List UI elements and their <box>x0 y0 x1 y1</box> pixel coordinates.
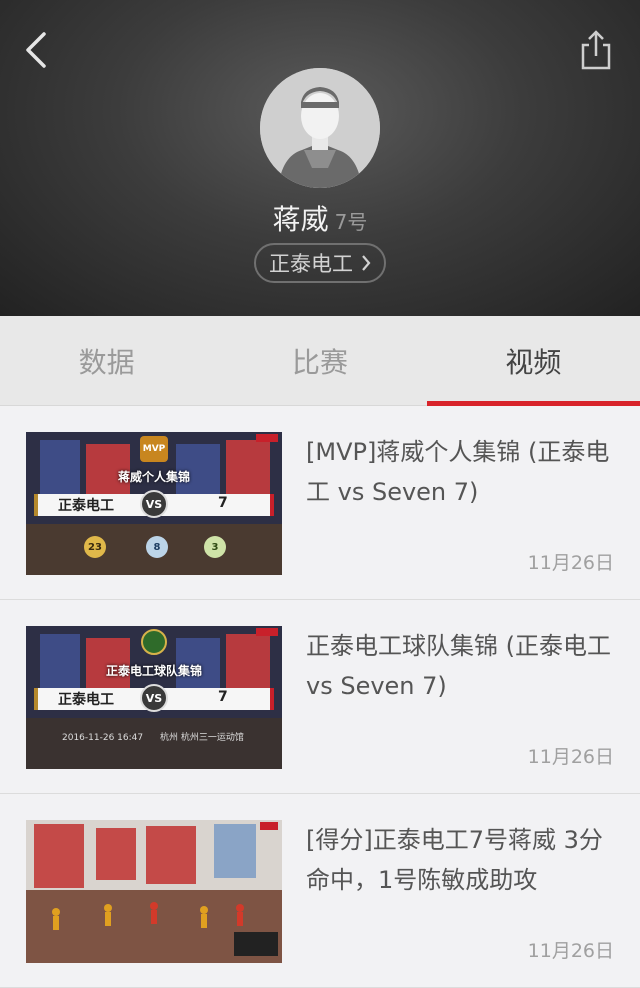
chevron-right-icon <box>362 255 371 271</box>
home-team: 正泰电工 <box>58 692 114 708</box>
reel-title: 正泰电工球队集锦 <box>105 664 202 678</box>
stat-points: 23 <box>84 536 106 558</box>
mvp-badge: MVP <box>140 436 168 462</box>
video-thumbnail[interactable]: 正泰电工球队集锦 正泰电工 7 VS 2016-11-26 16:47 杭州 杭… <box>26 626 282 769</box>
video-item[interactable]: [得分]正泰电工7号蒋威 3分命中，1号陈敏成助攻 11月26日 <box>0 794 640 988</box>
team-link-label: 正泰电工 <box>269 252 353 276</box>
home-team: 正泰电工 <box>58 498 114 514</box>
away-score: 7 <box>218 689 228 705</box>
vs-badge: VS <box>140 684 168 712</box>
player-avatar <box>260 68 380 188</box>
video-title[interactable]: [得分]正泰电工7号蒋威 3分命中，1号陈敏成助攻 <box>306 820 616 900</box>
video-thumbnail[interactable]: MVP 蒋威个人集锦 正泰电工 7 VS 23 8 3 <box>26 432 282 575</box>
game-action-frame <box>26 820 282 963</box>
game-time: 2016-11-26 16:47 <box>62 733 144 743</box>
video-date: 11月26日 <box>527 940 614 962</box>
stat-assists: 3 <box>204 536 226 558</box>
vs-badge: VS <box>140 490 168 518</box>
chevron-left-icon <box>26 32 46 68</box>
video-thumbnail[interactable] <box>26 820 282 963</box>
video-list: MVP 蒋威个人集锦 正泰电工 7 VS 23 8 3 [MVP]蒋威个人集锦 … <box>0 406 640 988</box>
game-venue: 杭州 杭州三一运动馆 <box>159 733 244 743</box>
reel-title: 蒋威个人集锦 <box>117 470 190 484</box>
stat-rebounds: 8 <box>146 536 168 558</box>
player-name-row: 蒋威 7号 <box>0 198 640 238</box>
player-number: 7号 <box>334 210 368 234</box>
player-silhouette-icon <box>260 68 380 188</box>
away-score: 7 <box>218 495 228 511</box>
game-meta: 2016-11-26 16:47 杭州 杭州三一运动馆 <box>62 730 244 743</box>
player-header: 蒋威 7号 正泰电工 <box>0 0 640 316</box>
video-title[interactable]: [MVP]蒋威个人集锦 (正泰电工 vs Seven 7) <box>306 432 616 512</box>
share-button[interactable] <box>578 28 614 72</box>
player-name: 蒋威 <box>272 203 329 236</box>
video-item[interactable]: MVP 蒋威个人集锦 正泰电工 7 VS 23 8 3 [MVP]蒋威个人集锦 … <box>0 406 640 600</box>
video-date: 11月26日 <box>527 552 614 574</box>
tab-data[interactable]: 数据 <box>0 316 213 405</box>
share-icon <box>581 30 611 70</box>
tab-videos[interactable]: 视频 <box>427 316 640 405</box>
video-date: 11月26日 <box>527 746 614 768</box>
team-link-button[interactable]: 正泰电工 <box>254 243 386 283</box>
profile-tabs: 数据 比赛 视频 <box>0 316 640 406</box>
video-item[interactable]: 正泰电工球队集锦 正泰电工 7 VS 2016-11-26 16:47 杭州 杭… <box>0 600 640 794</box>
tab-games[interactable]: 比赛 <box>213 316 426 405</box>
back-button[interactable] <box>20 28 60 72</box>
video-title[interactable]: 正泰电工球队集锦 (正泰电工 vs Seven 7) <box>306 626 616 706</box>
